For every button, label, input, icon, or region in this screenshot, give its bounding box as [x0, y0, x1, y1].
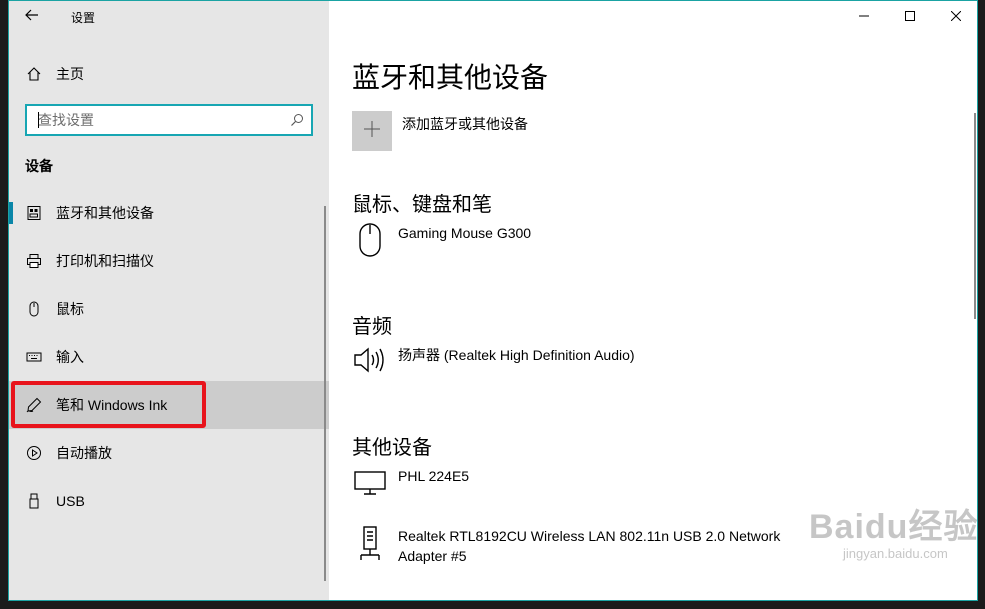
back-button[interactable]: [9, 1, 55, 33]
sidebar-item-label: 笔和 Windows Ink: [56, 397, 168, 413]
sidebar-item-label: 打印机和扫描仪: [56, 253, 154, 269]
maximize-button[interactable]: [887, 1, 933, 33]
autoplay-icon: [26, 445, 42, 461]
close-button[interactable]: [933, 1, 977, 33]
search-icon[interactable]: [283, 113, 311, 127]
mouse-icon: [352, 223, 388, 259]
sidebar-item-home[interactable]: 主页: [9, 57, 329, 91]
watermark-logo-text: Baidu经验: [809, 508, 978, 546]
monitor-icon: [352, 466, 388, 502]
sidebar-item-pen[interactable]: 笔和 Windows Ink: [9, 381, 329, 429]
speaker-icon: [352, 345, 388, 381]
selection-indicator: [9, 202, 13, 224]
watermark-url: jingyan.baidu.com: [843, 546, 948, 561]
group-title-input-devices: 鼠标、键盘和笔: [352, 194, 492, 216]
page-title: 蓝牙和其他设备: [352, 62, 549, 93]
device-item[interactable]: 扬声器 (Realtek High Definition Audio): [352, 345, 798, 381]
main-scrollbar[interactable]: [974, 113, 976, 319]
sidebar-item-mouse[interactable]: 鼠标: [9, 285, 329, 333]
group-title-audio: 音频: [352, 316, 392, 338]
network-adapter-icon: [352, 526, 388, 562]
keyboard-icon: [26, 349, 42, 365]
sidebar: 设置 主页 设备 蓝牙和其他设备: [9, 1, 329, 600]
home-icon: [26, 66, 42, 82]
search-box[interactable]: [25, 104, 313, 136]
sidebar-item-label: 鼠标: [56, 301, 84, 317]
device-name: Gaming Mouse G300: [398, 225, 532, 241]
plus-icon: [364, 120, 380, 142]
app-title: 设置: [71, 10, 96, 25]
device-name: 扬声器 (Realtek High Definition Audio): [398, 347, 635, 363]
pen-icon: [26, 397, 42, 413]
baidu-watermark: Baidu经验 jingyan.baidu.com: [809, 499, 978, 561]
sidebar-item-bluetooth[interactable]: 蓝牙和其他设备: [9, 189, 329, 237]
main-content: 蓝牙和其他设备 添加蓝牙或其他设备 鼠标、键盘和笔 Gaming Mouse G…: [329, 1, 978, 600]
settings-window: 设置 主页 设备 蓝牙和其他设备: [8, 0, 978, 601]
minimize-icon: [859, 8, 869, 26]
close-icon: [950, 8, 962, 26]
text-caret: [38, 112, 39, 128]
sidebar-item-label: 主页: [56, 66, 84, 82]
sidebar-item-usb[interactable]: USB: [9, 477, 329, 525]
device-nav-list: 蓝牙和其他设备 打印机和扫描仪 鼠标 输入 笔和 Windows Ink 自动播…: [9, 189, 329, 525]
sidebar-item-label: 蓝牙和其他设备: [56, 205, 154, 221]
sidebar-item-label: 自动播放: [56, 445, 112, 461]
sidebar-item-label: USB: [56, 493, 85, 509]
sidebar-item-printers[interactable]: 打印机和扫描仪: [9, 237, 329, 285]
group-title-other-devices: 其他设备: [352, 437, 432, 459]
back-arrow-icon: [25, 8, 39, 26]
section-title: 设备: [25, 158, 53, 174]
window-controls: [841, 1, 977, 33]
sidebar-scrollbar[interactable]: [324, 206, 326, 581]
device-item[interactable]: PHL 224E5: [352, 466, 798, 502]
device-name: Realtek RTL8192CU Wireless LAN 802.11n U…: [398, 528, 781, 564]
device-item[interactable]: Realtek RTL8192CU Wireless LAN 802.11n U…: [352, 526, 798, 566]
add-device-button[interactable]: 添加蓝牙或其他设备: [352, 111, 528, 151]
device-item[interactable]: Gaming Mouse G300: [352, 223, 798, 259]
mouse-icon: [26, 301, 42, 317]
printer-icon: [26, 253, 42, 269]
bluetooth-devices-icon: [26, 205, 42, 221]
minimize-button[interactable]: [841, 1, 887, 33]
sidebar-item-autoplay[interactable]: 自动播放: [9, 429, 329, 477]
sidebar-item-typing[interactable]: 输入: [9, 333, 329, 381]
maximize-icon: [905, 8, 915, 26]
add-tile: [352, 111, 392, 151]
title-bar: 设置: [9, 1, 329, 33]
device-name: PHL 224E5: [398, 468, 470, 484]
search-input[interactable]: [27, 106, 283, 134]
add-device-label: 添加蓝牙或其他设备: [402, 116, 528, 132]
usb-icon: [26, 493, 42, 509]
sidebar-item-label: 输入: [56, 349, 84, 365]
